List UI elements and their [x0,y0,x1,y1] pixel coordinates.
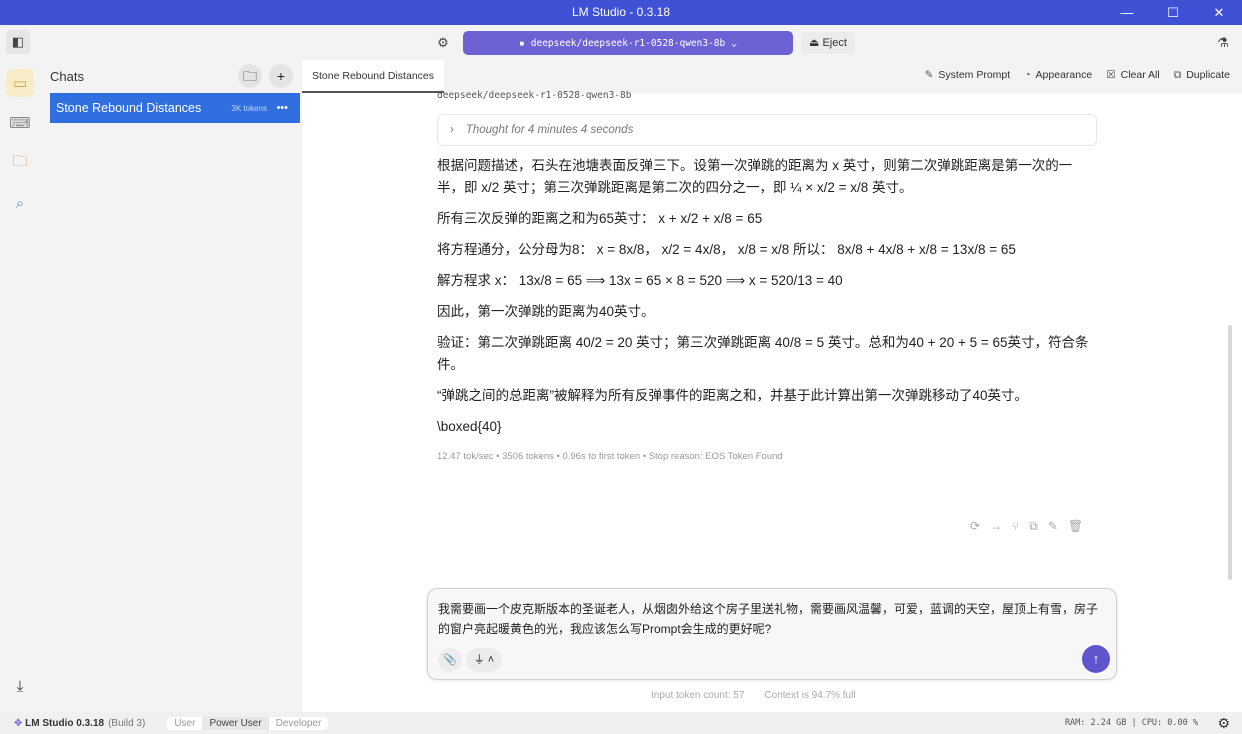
paragraph: 验证：第二次弹跳距离 40/2 = 20 英寸；第三次弹跳距离 40/8 = 5… [437,332,1097,376]
assistant-message: deepseek/deepseek-r1-0528-qwen3-8b › Thou… [437,90,1097,468]
chevron-right-icon: › [450,124,454,136]
message-input-text[interactable]: 我需要画一个皮克斯版本的圣诞老人，从烟囱外给这个房子里送礼物，需要画风温馨，可爱… [438,599,1108,639]
chat-name: Stone Rebound Distances [56,101,201,115]
eject-icon: ⏏ [809,37,822,49]
input-meta: Input token count: 57 Context is 94.7% f… [651,690,856,701]
settings-gear-icon[interactable]: ⚙ [432,32,454,54]
paragraph: “弹跳之间的总距离”被解释为所有反弹事件的距离之和，并基于此计算出第一次弹跳移动… [437,385,1097,407]
model-selector[interactable]: ▪ deepseek/deepseek-r1-0528-qwen3-8b ⌄ [463,31,793,55]
resource-usage: RAM: 2.24 GB | CPU: 0.00 % [1065,718,1198,728]
minimize-button[interactable]: — [1104,0,1150,25]
chat-actions: ✎ System Prompt ◔ Appearance ☒ Clear All ⧉ D… [925,69,1230,82]
paragraph: 根据问题描述，石头在池塘表面反弹三下。设第一次弹跳的距离为 x 英寸，则第二次弹… [437,155,1097,199]
new-chat-button[interactable]: + [269,64,293,88]
mode-switcher: User Power User Developer [167,717,328,730]
continue-icon[interactable]: → [990,519,1002,534]
title-bar: LM Studio - 0.3.18 — ☐ ✕ [0,0,1242,25]
delete-icon[interactable]: 🗑 [1068,519,1083,534]
new-folder-icon[interactable]: 🗀 [238,64,262,88]
brand: ✥ LM Studio 0.3.18 [14,718,104,729]
folder-icon[interactable]: 🗀 [6,149,34,177]
nav-rail: ▭ ⌨ 🗀 ⌕ ⤓ [0,60,40,712]
system-prompt-icon: ✎ [925,69,934,81]
duplicate-label: Duplicate [1186,69,1230,81]
palette-icon: ◔ [1024,69,1030,81]
message-model-name: deepseek/deepseek-r1-0528-qwen3-8b [437,90,1097,102]
system-prompt-label: System Prompt [938,69,1010,81]
download-icon[interactable]: ⤓ [6,672,34,700]
appearance-button[interactable]: ◔ Appearance [1024,69,1092,82]
close-button[interactable]: ✕ [1196,0,1242,25]
more-options-icon[interactable]: ••• [276,102,288,114]
paragraph: 解方程求 x： 13x/8 = 65 ⟹ 13x = 65 × 8 = 520 … [437,270,1097,292]
model-name: deepseek/deepseek-r1-0528-qwen3-8b [531,38,725,49]
maximize-button[interactable]: ☐ [1150,0,1196,25]
chat-tokens: 3K tokens [231,104,267,113]
status-bar: ✥ LM Studio 0.3.18 (Build 3) User Power … [0,712,1242,734]
tab-chat[interactable]: Stone Rebound Distances [302,60,444,93]
attach-icon[interactable]: 📎 [438,648,462,672]
build-label: (Build 3) [108,718,145,729]
paragraph: 将方程通分，公分母为8： x = 8x/8， x/2 = 4x/8， x/8 =… [437,239,1097,261]
brand-label: LM Studio 0.3.18 [25,718,104,729]
thought-toggle[interactable]: › Thought for 4 minutes 4 seconds [437,114,1097,146]
mode-developer[interactable]: Developer [269,717,329,730]
clear-all-label: Clear All [1121,69,1160,81]
clear-icon: ☒ [1106,69,1115,81]
chat-icon[interactable]: ▭ [6,69,34,97]
clear-all-button[interactable]: ☒ Clear All [1106,69,1160,82]
chat-item[interactable]: Stone Rebound Distances 3K tokens ••• [50,93,300,123]
copy-icon[interactable]: ⧉ [1029,519,1038,534]
chats-panel: Chats 🗀 + Stone Rebound Distances 3K tok… [40,60,301,712]
scrollbar[interactable] [1228,325,1232,580]
toolbar: ◧ ⚙ ▪ deepseek/deepseek-r1-0528-qwen3-8b ⌄… [0,25,1242,60]
model-chip-icon: ▪ [519,38,525,49]
toggle-sidebar-icon[interactable]: ◧ [6,30,30,54]
input-token-count: Input token count: 57 [651,690,744,701]
window-title: LM Studio - 0.3.18 [572,5,670,19]
context-usage: Context is 94.7% full [764,690,855,701]
edit-icon[interactable]: ✎ [1048,519,1058,534]
regenerate-icon[interactable]: ⟳ [970,519,980,534]
chats-title: Chats [50,69,84,84]
message-input[interactable]: 我需要画一个皮克斯版本的圣诞老人，从烟囱外给这个房子里送礼物，需要画风温馨，可爱… [427,588,1117,680]
settings-gear-icon[interactable]: ⚙ [1217,715,1230,732]
system-prompt-button[interactable]: ✎ System Prompt [925,69,1011,82]
message-actions: ⟳ → ⑂ ⧉ ✎ 🗑 [970,519,1083,534]
plugin-plug-icon[interactable]: ⏚ ˄ [466,648,502,672]
flask-icon[interactable]: ⚗ [1212,32,1234,54]
duplicate-button[interactable]: ⧉ Duplicate [1174,69,1230,82]
mode-user[interactable]: User [167,717,202,730]
paragraph: 所有三次反弹的距离之和为65英寸： x + x/2 + x/8 = 65 [437,208,1097,230]
mode-power-user[interactable]: Power User [202,717,268,730]
appearance-label: Appearance [1036,69,1093,81]
duplicate-icon: ⧉ [1174,69,1182,81]
thought-label: Thought for 4 minutes 4 seconds [466,124,634,136]
paragraph: \boxed{40} [437,416,1097,438]
chevron-down-icon: ⌄ [731,38,737,49]
generation-stats: 12.47 tok/sec • 3506 tokens • 0.96s to f… [437,446,1097,468]
lm-studio-logo-icon: ✥ [14,718,25,729]
eject-label: Eject [822,37,846,49]
eject-button[interactable]: ⏏ Eject [801,32,855,54]
developer-terminal-icon[interactable]: ⌨ [6,109,34,137]
search-icon[interactable]: ⌕ [6,189,34,217]
chat-main: Stone Rebound Distances ✎ System Prompt ◔… [302,60,1242,712]
send-button[interactable]: ↑ [1082,645,1110,673]
branch-icon[interactable]: ⑂ [1012,519,1019,534]
paragraph: 因此，第一次弹跳的距离为40英寸。 [437,301,1097,323]
